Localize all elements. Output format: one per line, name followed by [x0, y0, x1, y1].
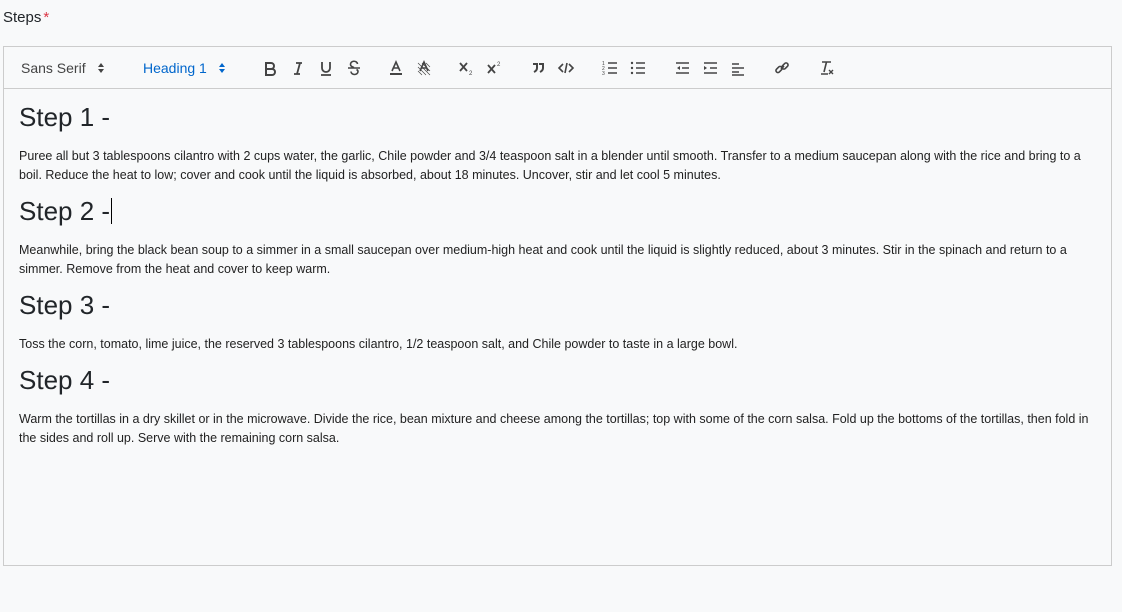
bold-button[interactable]: [256, 56, 284, 80]
script-group: 2 2: [452, 56, 508, 80]
text-cursor: [111, 198, 113, 224]
text-color-button[interactable]: [382, 56, 410, 80]
italic-icon: [294, 61, 302, 75]
ordered-list-button[interactable]: 123: [596, 56, 624, 80]
step-heading: Step 4 -: [19, 365, 111, 395]
link-group: [768, 56, 796, 80]
background-color-icon: [417, 59, 431, 75]
list-group: 123: [596, 56, 652, 80]
step-text: Warm the tortillas in a dry skillet or i…: [19, 412, 1089, 445]
steps-label-text: Steps: [3, 9, 42, 26]
clear-formatting-icon: [821, 60, 834, 75]
chevron-updown-icon: [97, 62, 104, 73]
code-block-button[interactable]: [552, 56, 580, 80]
blockquote-button[interactable]: [524, 56, 552, 80]
subscript-icon: 2: [459, 61, 473, 77]
align-button[interactable]: [724, 56, 752, 80]
svg-text:2: 2: [469, 71, 473, 77]
strikethrough-icon: [348, 59, 360, 75]
font-picker-label: Sans Serif: [21, 59, 86, 76]
indent-group: [668, 56, 752, 80]
step-text: Meanwhile, bring the black bean soup to …: [19, 243, 1067, 276]
outdent-button[interactable]: [668, 56, 696, 80]
superscript-button[interactable]: 2: [480, 56, 508, 80]
required-mark: *: [43, 9, 50, 26]
step-heading: Step 3 -: [19, 290, 111, 320]
bold-icon: [265, 61, 276, 76]
link-icon: [775, 61, 789, 73]
svg-text:2: 2: [497, 62, 501, 68]
underline-button[interactable]: [312, 56, 340, 80]
align-icon: [732, 62, 744, 76]
bullet-list-icon: [630, 61, 645, 74]
color-group: [382, 56, 438, 80]
editor-content[interactable]: Step 1 - Puree all but 3 tablespoons cil…: [4, 89, 1111, 468]
background-color-button[interactable]: [410, 56, 438, 80]
block-group: [524, 56, 580, 80]
step-text: Toss the corn, tomato, lime juice, the r…: [19, 337, 738, 351]
text-color-icon: [390, 59, 402, 75]
ordered-list-icon: 123: [602, 61, 617, 77]
header-picker[interactable]: Heading 1: [138, 56, 240, 80]
underline-icon: [321, 61, 331, 76]
format-group: [256, 56, 368, 80]
clean-group: [812, 56, 840, 80]
editor-toolbar: Sans Serif Heading 1 2 2 1 2 3: [4, 47, 1111, 89]
step-text: Puree all but 3 tablespoons cilantro wit…: [19, 149, 1081, 182]
svg-text:3: 3: [602, 71, 605, 77]
header-picker-label: Heading 1: [143, 59, 207, 76]
indent-icon: [704, 61, 717, 74]
strikethrough-button[interactable]: [340, 56, 368, 80]
rich-text-editor[interactable]: Sans Serif Heading 1 2 2 1 2 3 Step 1 - …: [3, 46, 1112, 566]
clear-formatting-button[interactable]: [812, 56, 840, 80]
step-heading: Step 1 -: [19, 102, 111, 132]
code-icon: [557, 62, 575, 73]
steps-label: Steps *: [3, 9, 49, 26]
outdent-icon: [676, 61, 689, 74]
link-button[interactable]: [768, 56, 796, 80]
superscript-icon: 2: [487, 62, 501, 74]
chevron-updown-icon: [218, 62, 225, 73]
blockquote-icon: [533, 62, 544, 73]
bullet-list-button[interactable]: [624, 56, 652, 80]
subscript-button[interactable]: 2: [452, 56, 480, 80]
indent-button[interactable]: [696, 56, 724, 80]
step-heading: Step 2 -: [19, 196, 113, 226]
italic-button[interactable]: [284, 56, 312, 80]
font-picker[interactable]: Sans Serif: [16, 56, 124, 80]
